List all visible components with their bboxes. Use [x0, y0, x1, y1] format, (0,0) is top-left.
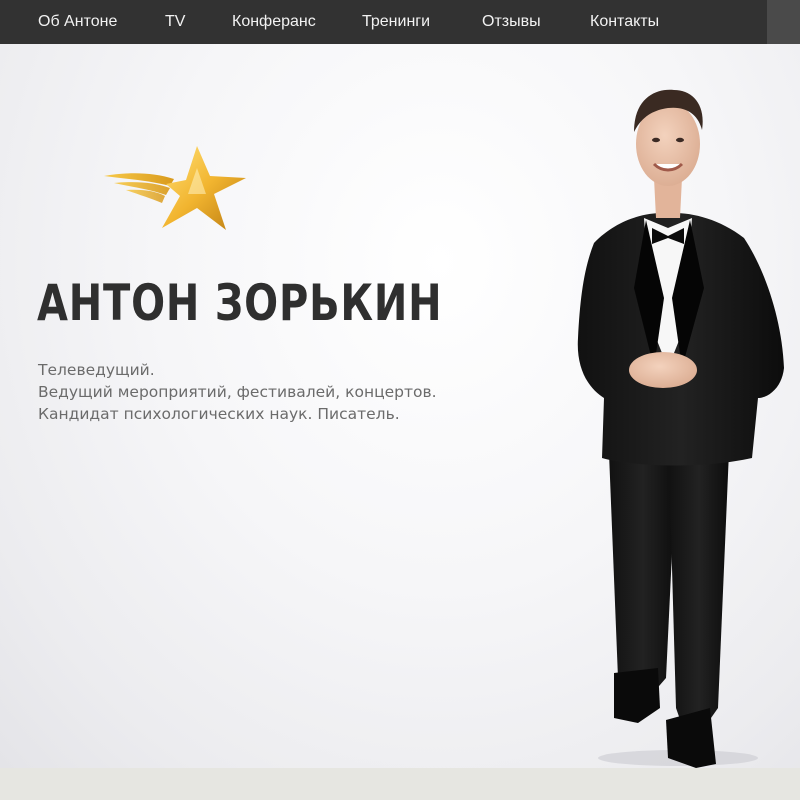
nav-item-about[interactable]: Об Антоне — [38, 0, 117, 44]
nav-item-tv[interactable]: TV — [165, 0, 185, 44]
hero-title: АНТОН ЗОРЬКИН — [37, 274, 443, 332]
hero-section: АНТОН ЗОРЬКИН Телеведущий. Ведущий мероп… — [0, 44, 800, 768]
nav-item-reviews[interactable]: Отзывы — [482, 0, 541, 44]
top-navigation-bar: Об Антоне TV Конферанс Тренинги Отзывы К… — [0, 0, 800, 44]
nav-item-trainings[interactable]: Тренинги — [362, 0, 430, 44]
nav-edge-block — [767, 0, 800, 44]
hero-description-line: Ведущий мероприятий, фестивалей, концерт… — [38, 383, 437, 401]
hero-description-line: Телеведущий. — [38, 361, 155, 379]
hero-description-line: Кандидат психологических наук. Писатель. — [38, 405, 400, 423]
hero-description: Телеведущий. Ведущий мероприятий, фестив… — [38, 359, 437, 425]
nav-item-contacts[interactable]: Контакты — [590, 0, 659, 44]
winged-star-logo-icon[interactable] — [102, 146, 248, 230]
person-in-tuxedo-photo-icon — [577, 89, 784, 768]
footer-band — [0, 768, 800, 800]
nav-item-conference[interactable]: Конферанс — [232, 0, 316, 44]
